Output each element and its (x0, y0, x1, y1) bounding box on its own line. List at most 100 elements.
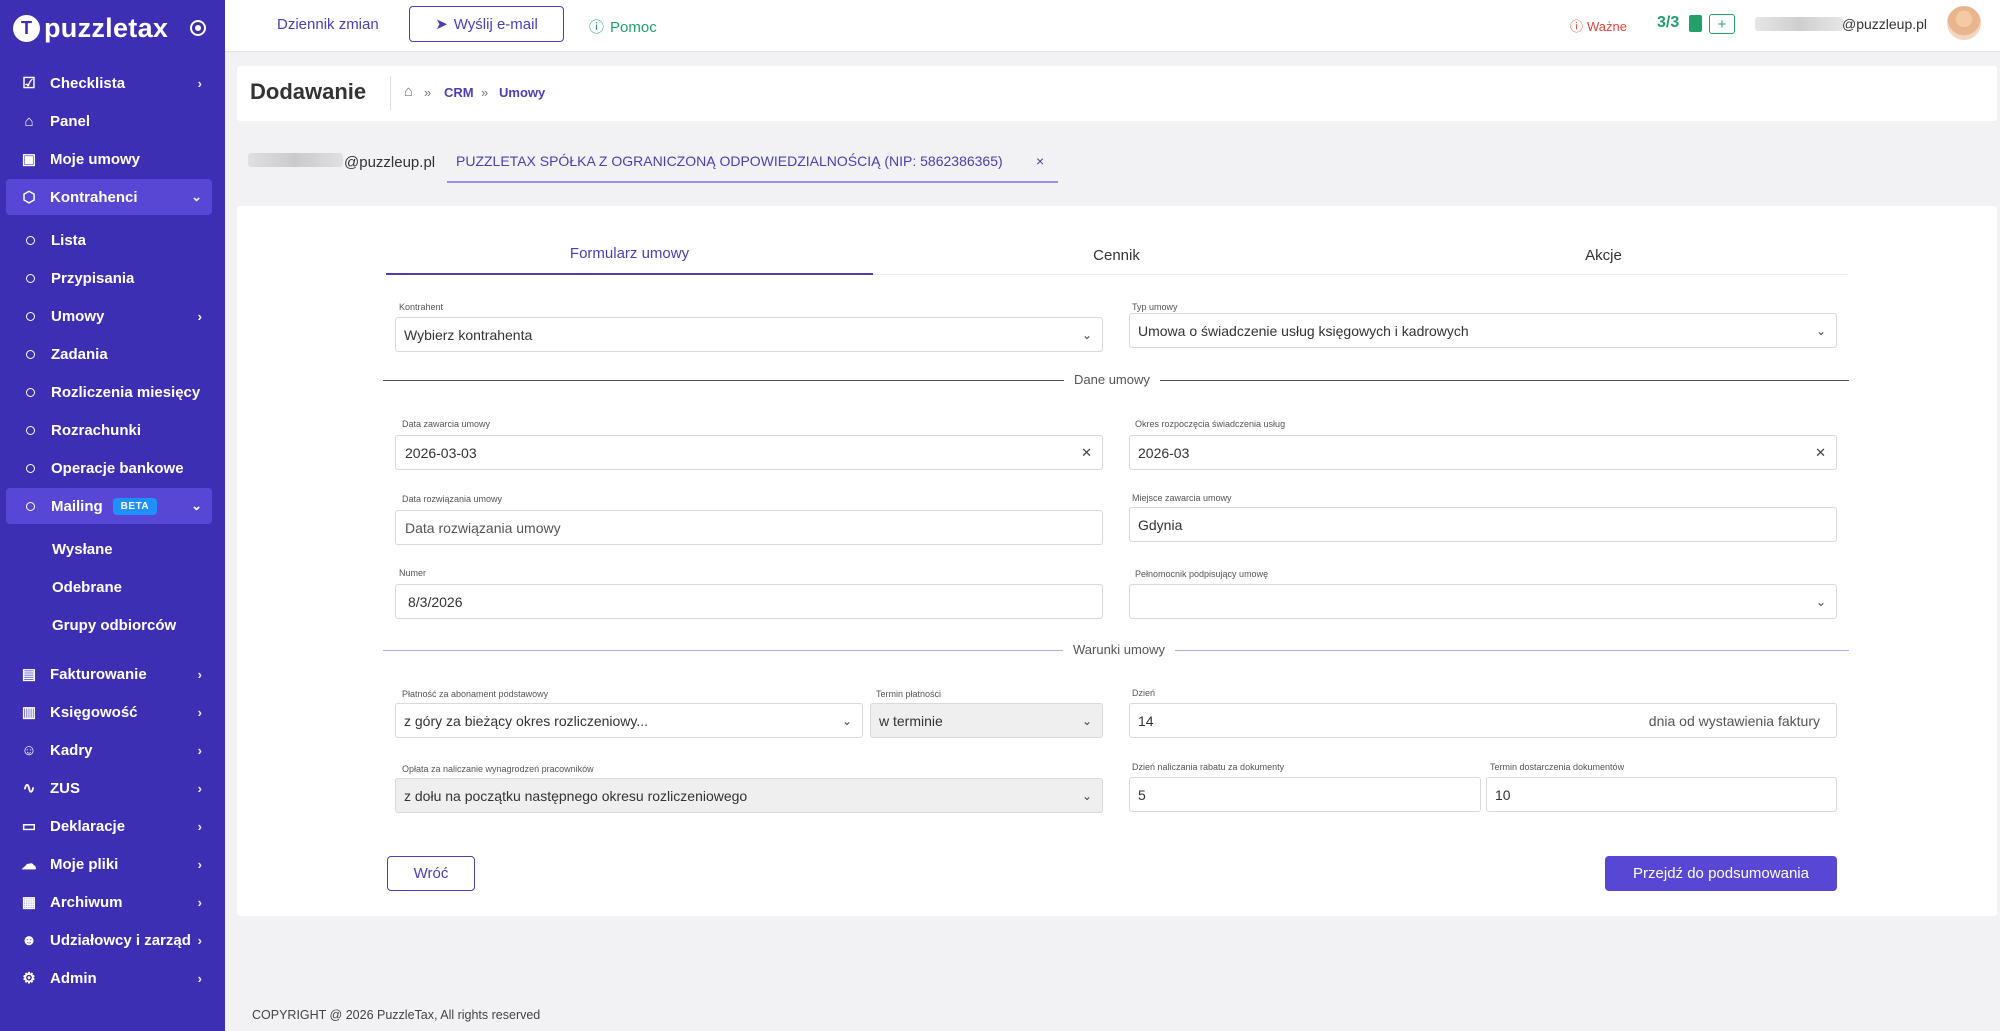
dzien-value: 14 (1138, 712, 1154, 729)
sidebar-mailing-odebrane[interactable]: Odebrane (52, 572, 122, 602)
context-company-tab[interactable]: PUZZLETAX SPÓŁKA Z OGRANICZONĄ ODPOWIEDZ… (456, 153, 1003, 169)
cube-icon: ⬡ (22, 189, 36, 206)
okres-rozpoczecia-input[interactable]: 2026-03 ✕ (1129, 435, 1837, 470)
circle-icon (26, 273, 35, 283)
chevron-down-icon: ⌄ (841, 713, 852, 728)
sidebar-item-admin[interactable]: ⚙ Admin › (6, 960, 212, 996)
termin-platnosci-select[interactable]: w terminie ⌄ (870, 703, 1103, 738)
sidebar-item-zus[interactable]: ∿ ZUS › (6, 770, 212, 806)
typ-umowy-label: Typ umowy (1132, 302, 1178, 312)
close-icon[interactable]: × (1036, 153, 1044, 169)
section-warunki-umowy: Warunki umowy (383, 642, 1849, 657)
dzien-rabatu-label: Dzień naliczania rabatu za dokumenty (1132, 762, 1285, 772)
dzien-rabatu-input[interactable]: 5 (1129, 777, 1481, 812)
important-link[interactable]: ⓘ Ważne (1570, 16, 1627, 35)
dzien-input[interactable]: 14 dnia od wystawienia faktury (1129, 703, 1837, 738)
page-title: Dodawanie (250, 79, 367, 104)
sidebar-item-moje-pliki[interactable]: ☁ Moje pliki › (6, 846, 212, 882)
pelnomocnik-select[interactable]: ⌄ (1129, 584, 1837, 619)
sidebar-item-label: Moje umowy (50, 150, 141, 168)
chevron-right-icon: › (197, 780, 202, 796)
platnosc-label: Płatność za abonament podstawowy (402, 689, 549, 699)
tab-cennik[interactable]: Cennik (873, 247, 1360, 264)
home-icon[interactable]: ⌂ (404, 83, 413, 100)
data-rozwiazania-input[interactable]: Data rozwiązania umowy (395, 510, 1103, 545)
changelog-link[interactable]: Dziennik zmian (277, 16, 379, 33)
chevron-right-icon: › (197, 970, 202, 986)
miejsce-zawarcia-input[interactable]: Gdynia (1129, 507, 1837, 542)
sidebar-sub-rozrachunki[interactable]: Rozrachunki (6, 413, 212, 447)
chevron-down-icon: ⌄ (1081, 713, 1092, 728)
sidebar-item-checklista[interactable]: ☑ Checklista › (6, 65, 212, 101)
topbar: Dziennik zmian ➤ Wyślij e-mail ⓘ Pomoc ⓘ W… (225, 0, 2000, 52)
logo[interactable]: T puzzletax (13, 13, 168, 43)
sidebar-sub-umowy[interactable]: Umowy › (6, 299, 212, 333)
sidebar-sub-lista[interactable]: Lista (6, 223, 212, 257)
clear-icon[interactable]: ✕ (1081, 445, 1092, 461)
context-user-blurred (248, 153, 343, 167)
beta-badge: BETA (112, 497, 158, 515)
invoice-icon: ▤ (21, 666, 37, 683)
ledger-icon: ▥ (21, 704, 37, 721)
add-button[interactable]: + (1709, 14, 1735, 34)
sidebar-sub-label: Rozrachunki (51, 421, 142, 439)
sidebar-sub-label: Przypisania (51, 269, 135, 287)
oplata-select[interactable]: z dołu na początku następnego okresu roz… (395, 778, 1103, 813)
sidebar-item-archiwum[interactable]: ▦ Archiwum › (6, 884, 212, 920)
sidebar-mailing-grupy[interactable]: Grupy odbiorców (52, 610, 176, 640)
people-icon: ☺ (21, 741, 37, 759)
okres-rozpoczecia-label: Okres rozpoczęcia świadczenia usług (1135, 419, 1286, 429)
user-name-blurred (1755, 17, 1843, 31)
tab-akcje[interactable]: Akcje (1360, 247, 1847, 264)
go-to-summary-button[interactable]: Przejdź do podsumowania (1605, 856, 1837, 891)
logo-text: puzzletax (44, 12, 169, 43)
data-zawarcia-input[interactable]: 2026-03-03 ✕ (395, 435, 1103, 470)
sidebar-item-deklaracje[interactable]: ▭ Deklaracje › (6, 808, 212, 844)
sidebar-mailing-wyslane[interactable]: Wysłane (52, 534, 113, 564)
page-header: Dodawanie ⌂ » CRM » Umowy (237, 66, 1997, 121)
help-link[interactable]: ⓘ Pomoc (589, 16, 657, 37)
sidebar-item-kontrahenci[interactable]: ⬡ Kontrahenci ⌄ (6, 179, 212, 215)
sidebar-sub-rozliczenia[interactable]: Rozliczenia miesięcy (6, 375, 212, 409)
breadcrumb-umowy[interactable]: Umowy (499, 85, 545, 100)
clear-icon[interactable]: ✕ (1815, 445, 1826, 461)
numer-input[interactable]: 8/3/2026 (395, 584, 1103, 619)
sidebar-sub-operacje[interactable]: Operacje bankowe (6, 451, 212, 485)
breadcrumb-crm[interactable]: CRM (444, 85, 474, 100)
kontrahent-label: Kontrahent (399, 302, 444, 312)
back-button[interactable]: Wróć (387, 856, 475, 891)
tab-formularz-umowy[interactable]: Formularz umowy (386, 245, 873, 262)
sidebar-item-kadry[interactable]: ☺ Kadry › (6, 732, 212, 768)
chevron-down-icon: ⌄ (191, 498, 202, 513)
kontrahent-select[interactable]: Wybierz kontrahenta ⌄ (395, 317, 1103, 352)
sidebar-item-udzialowcy[interactable]: ☻ Udziałowcy i zarząd › (6, 922, 212, 958)
circle-icon (26, 501, 35, 511)
sidebar-item-moje-umowy[interactable]: ▣ Moje umowy (6, 141, 212, 177)
alert-icon: ⓘ (1570, 19, 1584, 34)
sidebar-item-panel[interactable]: ⌂ Panel (6, 103, 212, 139)
sidebar-sub-zadania[interactable]: Zadania (6, 337, 212, 371)
chevron-right-icon: › (197, 742, 202, 758)
send-icon: ➤ (435, 16, 448, 33)
platnosc-select[interactable]: z góry za bieżący okres rozliczeniowy...… (395, 703, 863, 738)
sidebar-item-ksiegowosc[interactable]: ▥ Księgowość › (6, 694, 212, 730)
context-email-tab[interactable]: @puzzleup.pl (344, 154, 435, 171)
sidebar-sub-mailing[interactable]: Mailing BETA ⌄ (6, 488, 212, 524)
termin-dostarczenia-input[interactable]: 10 (1486, 777, 1837, 812)
settings-circle-icon[interactable] (190, 20, 206, 36)
sidebar-item-label: Udziałowcy i zarząd (50, 931, 191, 949)
chevron-right-icon: › (197, 704, 202, 720)
chevron-down-icon: ⌄ (1815, 323, 1826, 338)
checkbox-icon: ☑ (22, 75, 36, 92)
document-count: 3/3 (1657, 14, 1680, 31)
sidebar-sub-label: Mailing (51, 497, 103, 515)
sidebar-item-fakturowanie[interactable]: ▤ Fakturowanie › (6, 656, 212, 692)
chevron-right-icon: › (197, 818, 202, 834)
data-zawarcia-label: Data zawarcia umowy (402, 419, 491, 429)
user-email[interactable]: @puzzleup.pl (1842, 16, 1927, 32)
avatar[interactable] (1947, 6, 1981, 40)
sidebar-sub-przypisania[interactable]: Przypisania (6, 261, 212, 295)
document-icon (1689, 15, 1702, 32)
send-email-button[interactable]: ➤ Wyślij e-mail (409, 6, 564, 42)
typ-umowy-select[interactable]: Umowa o świadczenie usług księgowych i k… (1129, 313, 1837, 348)
